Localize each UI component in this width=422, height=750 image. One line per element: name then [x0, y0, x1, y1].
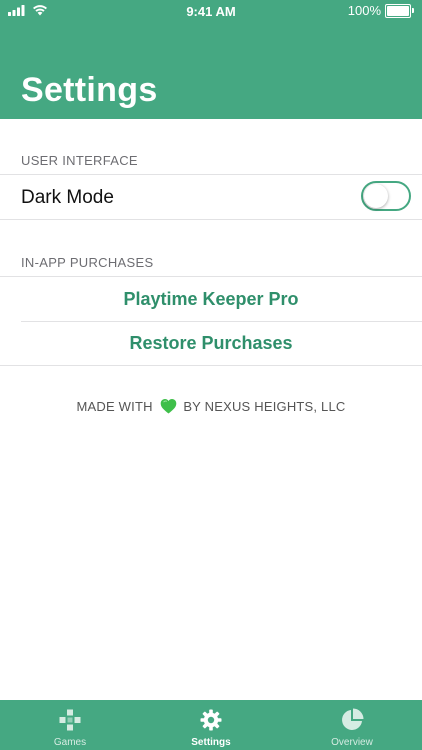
- made-with-text: MADE WITH: [76, 399, 153, 414]
- pie-chart-icon: [340, 708, 364, 732]
- dark-mode-label: Dark Mode: [21, 187, 114, 208]
- gamepad-icon: [58, 708, 82, 732]
- playtime-keeper-pro-button[interactable]: Playtime Keeper Pro: [0, 289, 422, 310]
- dark-mode-toggle[interactable]: [361, 181, 411, 211]
- navigation-header: 9:41 AM 100% Settings: [0, 0, 422, 119]
- divider: [0, 219, 422, 220]
- divider: [0, 365, 422, 366]
- company-credit-text: BY NEXUS HEIGHTS, LLC: [183, 399, 346, 414]
- section-header-in-app-purchases: IN-APP PURCHASES: [21, 255, 154, 270]
- status-bar: 9:41 AM 100%: [0, 0, 422, 24]
- toggle-knob: [364, 184, 388, 208]
- status-indicators-right: 100%: [348, 3, 414, 18]
- tab-bar: Games Settings Overview: [0, 700, 422, 750]
- divider: [0, 174, 422, 175]
- battery-fill: [387, 5, 409, 16]
- tab-label-settings: Settings: [191, 737, 231, 748]
- battery-icon: [385, 3, 411, 18]
- tab-label-overview: Overview: [331, 737, 373, 748]
- battery-percent: 100%: [347, 3, 381, 18]
- tab-label-games: Games: [53, 737, 87, 748]
- tab-settings[interactable]: Settings: [141, 700, 281, 750]
- divider: [0, 276, 422, 277]
- gear-icon: [199, 708, 223, 732]
- page-title: Settings: [21, 71, 158, 109]
- battery-tip: [412, 8, 414, 13]
- tab-overview[interactable]: Overview: [282, 700, 422, 750]
- divider: [21, 321, 422, 322]
- credits-note: MADE WITH BY NEXUS HEIGHTS, LLC: [0, 398, 422, 417]
- green-heart-icon: [160, 398, 177, 417]
- restore-purchases-button[interactable]: Restore Purchases: [0, 333, 422, 354]
- tab-games[interactable]: Games: [0, 700, 140, 750]
- section-header-user-interface: USER INTERFACE: [21, 153, 138, 168]
